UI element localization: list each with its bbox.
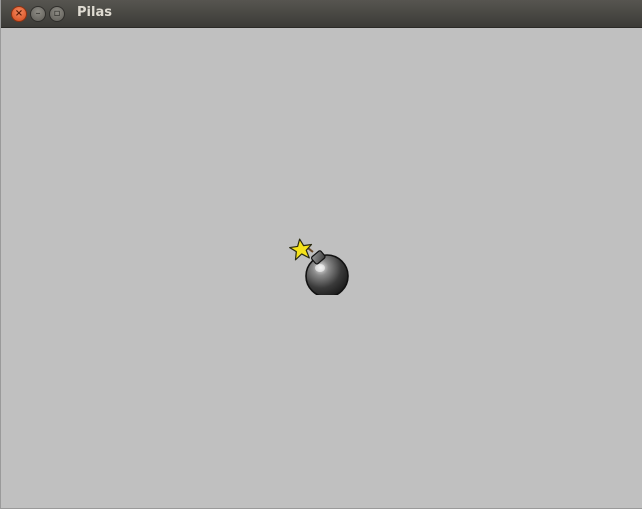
maximize-button[interactable]: ▫	[49, 6, 65, 22]
minimize-button[interactable]: –	[30, 6, 46, 22]
game-canvas[interactable]	[2, 28, 642, 508]
close-button[interactable]: ×	[11, 6, 27, 22]
title-bar[interactable]: × – ▫ Pilas	[1, 0, 642, 28]
maximize-icon: ▫	[53, 8, 61, 19]
pilas-window: × – ▫ Pilas	[0, 0, 642, 509]
bomb-icon[interactable]	[287, 235, 353, 295]
minimize-icon: –	[35, 8, 41, 19]
close-icon: ×	[14, 8, 24, 19]
window-title: Pilas	[77, 5, 112, 20]
